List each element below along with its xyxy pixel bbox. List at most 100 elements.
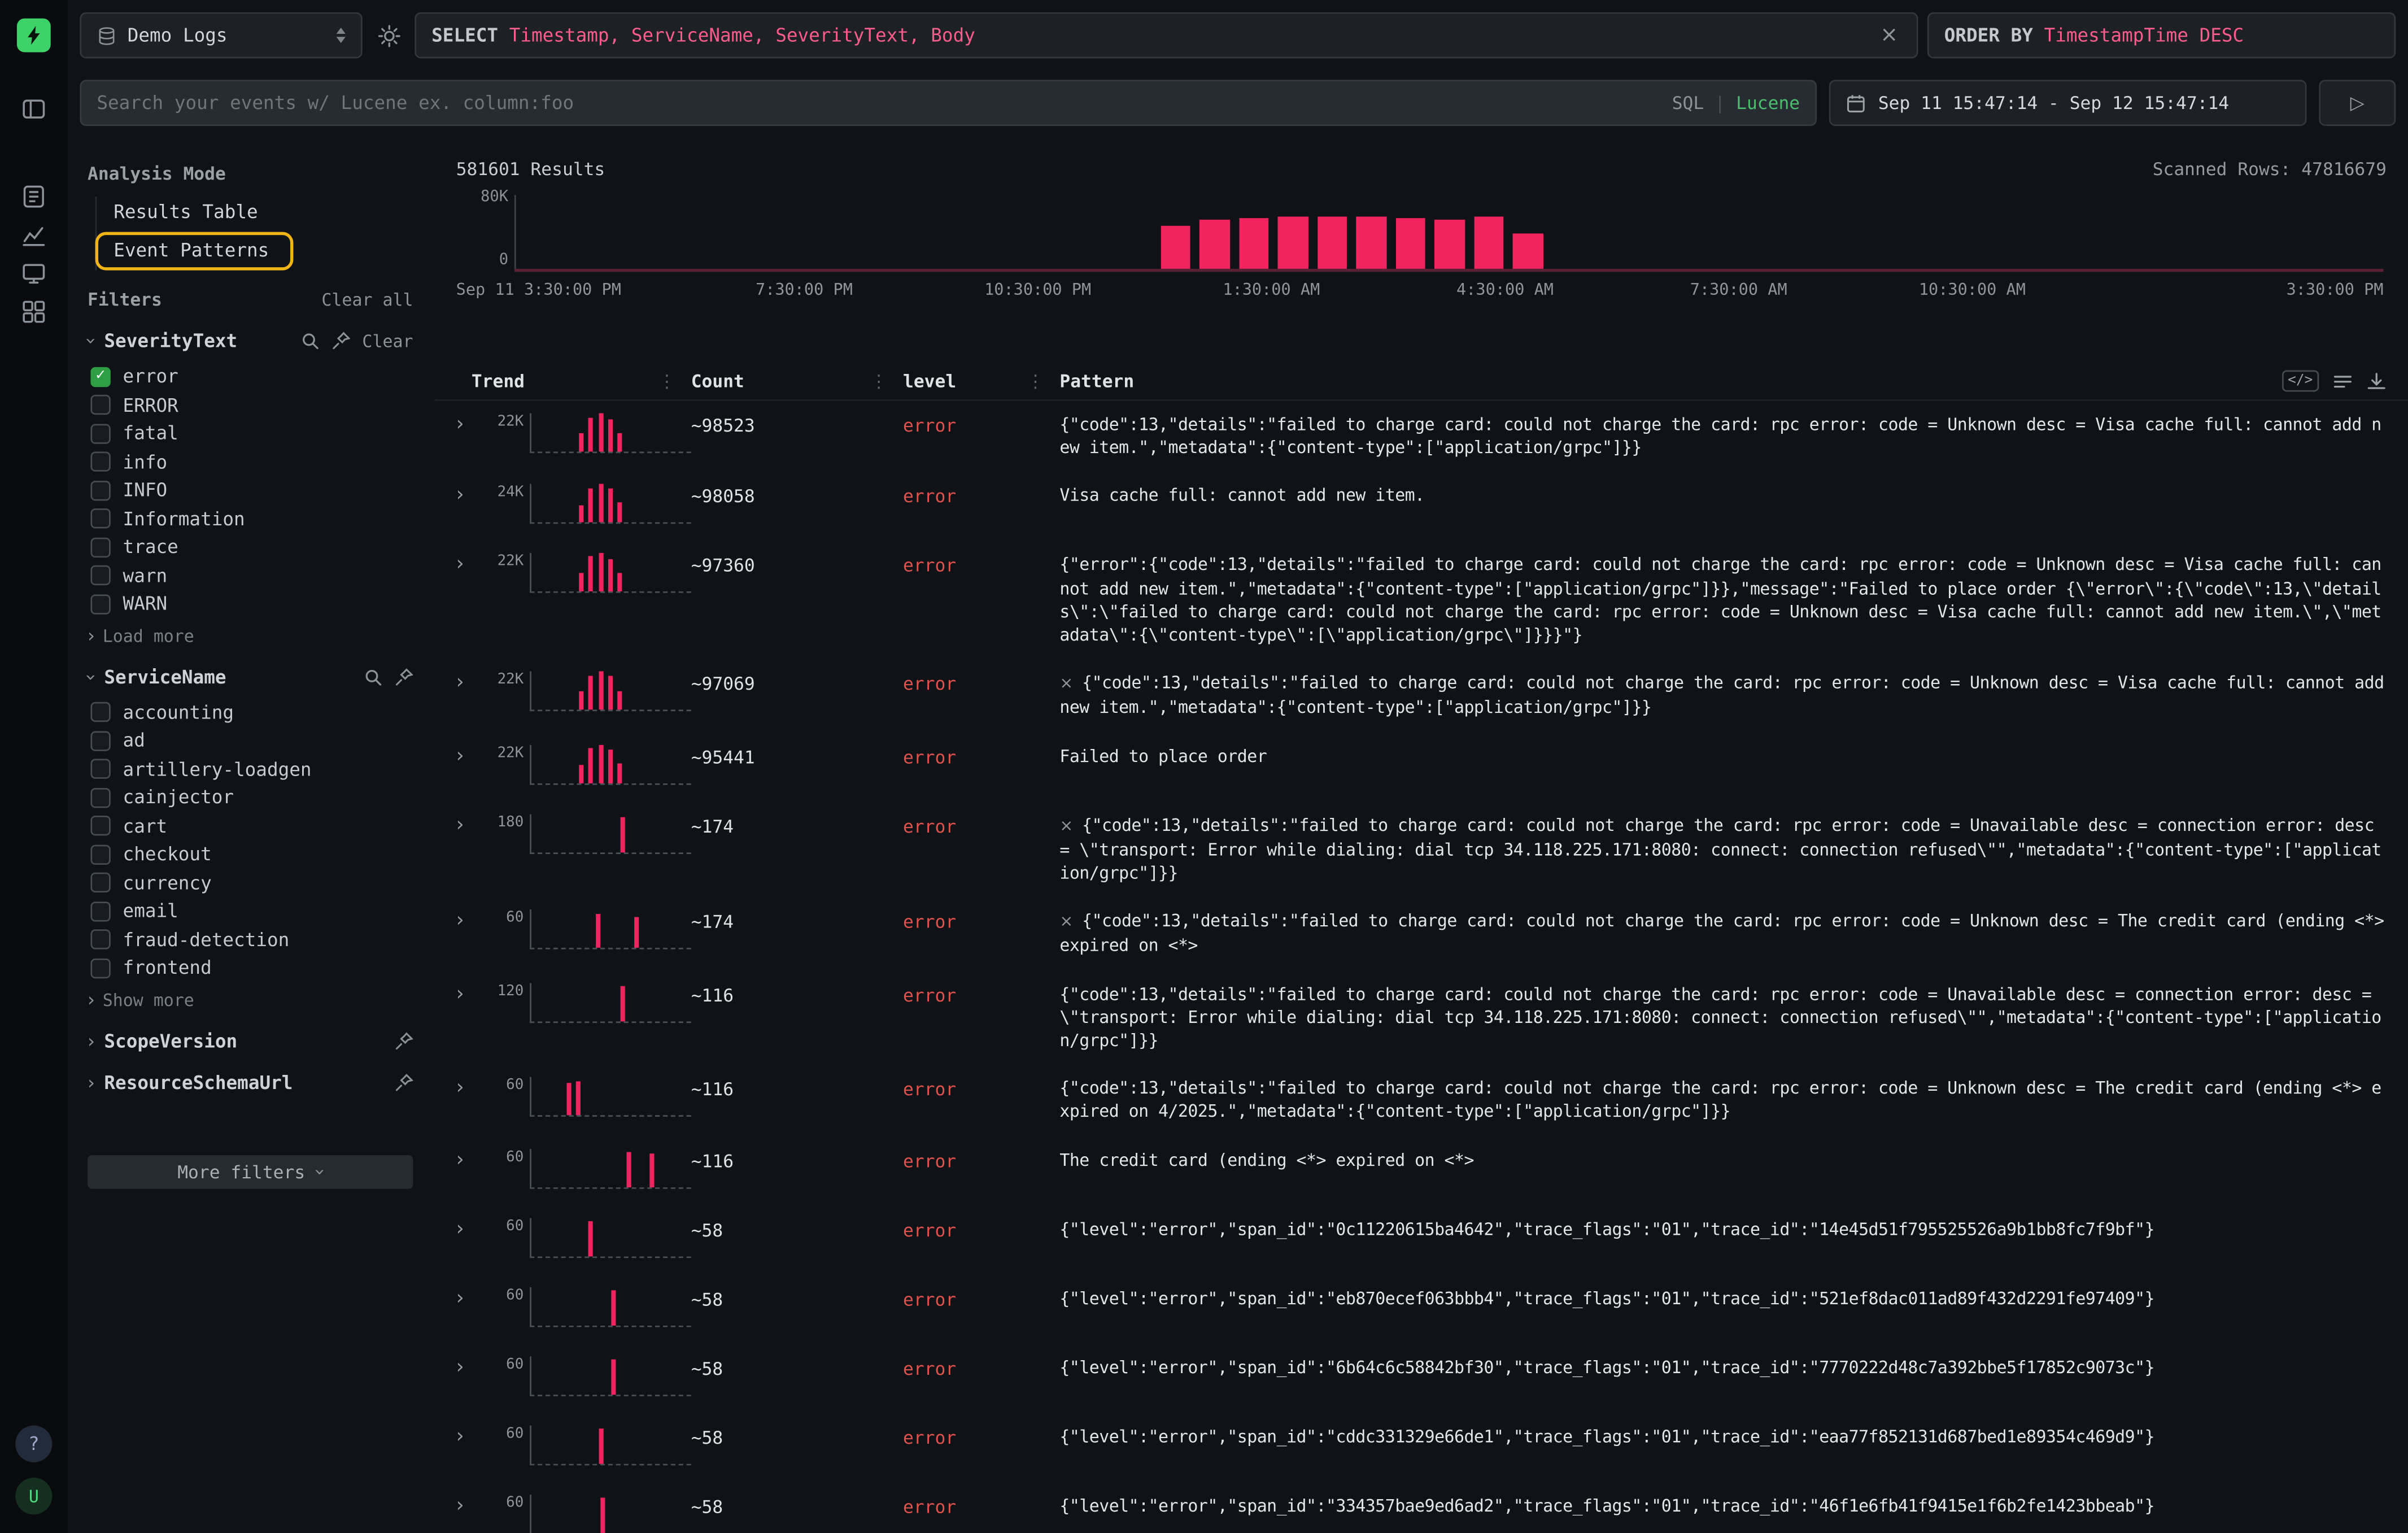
histogram-bar[interactable]: [1513, 233, 1543, 269]
filter-option-fraud-detection[interactable]: fraud-detection: [90, 925, 413, 953]
filter-option-cart[interactable]: cart: [90, 812, 413, 840]
row-density-icon[interactable]: [2333, 371, 2353, 391]
filter-option-cainjector[interactable]: cainjector: [90, 783, 413, 812]
row-expand-chevron[interactable]: ›: [456, 413, 487, 437]
clear-all-filters-button[interactable]: Clear all: [321, 290, 413, 310]
search-icon[interactable]: [301, 332, 320, 350]
app-logo-bolt-icon[interactable]: [17, 19, 51, 53]
checkbox-error[interactable]: [90, 395, 110, 415]
more-filters-button[interactable]: More filters›: [88, 1155, 413, 1188]
checkbox-warn[interactable]: [90, 594, 110, 614]
user-avatar[interactable]: U: [15, 1478, 52, 1514]
histogram-bar[interactable]: [1435, 219, 1465, 269]
checkbox-email[interactable]: [90, 901, 110, 921]
filter-option-error[interactable]: ✓error: [90, 363, 413, 391]
download-icon[interactable]: [2367, 371, 2387, 391]
filter-group-name[interactable]: ServiceName: [104, 666, 226, 687]
mode-lucene-button[interactable]: Lucene: [1736, 92, 1800, 114]
logs-icon[interactable]: [20, 183, 47, 211]
filter-group-resourceschemaurl[interactable]: › ResourceSchemaUrl: [88, 1072, 413, 1093]
filter-option-email[interactable]: email: [90, 897, 413, 925]
header-trend[interactable]: Trend⋮: [472, 369, 691, 391]
clear-severity-button[interactable]: Clear: [362, 331, 413, 351]
chevron-down-icon[interactable]: ›: [82, 673, 101, 680]
filter-option-info[interactable]: INFO: [90, 476, 413, 504]
sql-select-input[interactable]: SELECT Timestamp, ServiceName, SeverityT…: [415, 12, 1918, 59]
row-expand-chevron[interactable]: ›: [456, 554, 487, 577]
checkbox-error[interactable]: ✓: [90, 367, 110, 386]
filter-option-artillery-loadgen[interactable]: artillery-loadgen: [90, 755, 413, 783]
search-icon[interactable]: [364, 668, 382, 686]
pin-icon[interactable]: [395, 1031, 413, 1050]
source-select[interactable]: Demo Logs: [80, 12, 362, 59]
filter-option-currency[interactable]: currency: [90, 869, 413, 897]
checkbox-fraud-detection[interactable]: [90, 930, 110, 950]
checkbox-ad[interactable]: [90, 731, 110, 751]
run-query-button[interactable]: ▷: [2319, 80, 2396, 126]
histogram-bar[interactable]: [1356, 216, 1386, 269]
checkbox-fatal[interactable]: [90, 424, 110, 443]
row-expand-chevron[interactable]: ›: [456, 910, 487, 933]
header-pattern[interactable]: Pattern: [1059, 369, 2387, 391]
checkbox-warn[interactable]: [90, 565, 110, 585]
grid-dashboard-icon[interactable]: [20, 298, 47, 326]
histogram-bar[interactable]: [1278, 216, 1308, 269]
show-more-link[interactable]: ›Show more: [88, 990, 413, 1010]
filter-option-error[interactable]: ERROR: [90, 391, 413, 419]
histogram-bar[interactable]: [1317, 216, 1347, 269]
histogram-bar[interactable]: [1161, 227, 1190, 269]
mode-sql-button[interactable]: SQL: [1672, 92, 1704, 114]
mode-event-patterns[interactable]: Event Patterns: [95, 232, 294, 271]
panel-left-icon[interactable]: [20, 95, 47, 123]
checkbox-info[interactable]: [90, 452, 110, 472]
row-expand-chevron[interactable]: ›: [456, 1356, 487, 1379]
checkbox-artillery-loadgen[interactable]: [90, 759, 110, 779]
filter-option-trace[interactable]: trace: [90, 533, 413, 561]
column-drag-handle[interactable]: ⋮: [870, 369, 903, 391]
filter-group-name[interactable]: SeverityText: [104, 330, 237, 352]
filter-option-fatal[interactable]: fatal: [90, 419, 413, 447]
histogram-bar[interactable]: [1474, 216, 1504, 269]
row-expand-chevron[interactable]: ›: [456, 1287, 487, 1310]
order-by-input[interactable]: ORDER BY TimestampTime DESC: [1927, 12, 2396, 59]
monitor-icon[interactable]: [20, 260, 47, 288]
column-drag-handle[interactable]: ⋮: [658, 369, 691, 391]
clear-query-icon[interactable]: ×: [1877, 23, 1901, 48]
filter-option-warn[interactable]: warn: [90, 561, 413, 590]
header-level[interactable]: level⋮: [903, 369, 1059, 391]
checkbox-accounting[interactable]: [90, 702, 110, 722]
row-expand-chevron[interactable]: ›: [456, 813, 487, 837]
checkbox-checkout[interactable]: [90, 844, 110, 864]
checkbox-frontend[interactable]: [90, 958, 110, 978]
column-drag-handle[interactable]: ⋮: [1027, 369, 1059, 391]
pin-icon[interactable]: [395, 668, 413, 686]
pin-icon[interactable]: [331, 332, 350, 350]
filter-option-information[interactable]: Information: [90, 504, 413, 533]
histogram-bar[interactable]: [1395, 218, 1425, 269]
filter-group-scopeversion[interactable]: › ScopeVersion: [88, 1030, 413, 1051]
checkbox-information[interactable]: [90, 509, 110, 529]
row-expand-chevron[interactable]: ›: [456, 1077, 487, 1100]
date-range-picker[interactable]: Sep 11 15:47:14 - Sep 12 15:47:14: [1829, 80, 2307, 126]
search-input[interactable]: Search your events w/ Lucene ex. column:…: [80, 80, 1817, 126]
help-button[interactable]: ?: [15, 1426, 52, 1462]
histogram-bar[interactable]: [1238, 218, 1268, 269]
filter-option-info[interactable]: info: [90, 448, 413, 476]
row-expand-chevron[interactable]: ›: [456, 982, 487, 1005]
checkbox-info[interactable]: [90, 480, 110, 500]
row-expand-chevron[interactable]: ›: [456, 485, 487, 508]
mode-results-table[interactable]: Results Table: [112, 197, 277, 229]
checkbox-cart[interactable]: [90, 816, 110, 836]
row-expand-chevron[interactable]: ›: [456, 1148, 487, 1171]
checkbox-currency[interactable]: [90, 873, 110, 892]
row-expand-chevron[interactable]: ›: [456, 744, 487, 768]
load-more-link[interactable]: ›Load more: [88, 626, 413, 646]
filter-option-accounting[interactable]: accounting: [90, 698, 413, 726]
filter-option-frontend[interactable]: frontend: [90, 954, 413, 982]
row-expand-chevron[interactable]: ›: [456, 1218, 487, 1241]
filter-option-warn[interactable]: WARN: [90, 590, 413, 618]
pin-icon[interactable]: [395, 1073, 413, 1091]
chart-icon[interactable]: [20, 221, 47, 249]
header-count[interactable]: Count⋮: [691, 369, 903, 391]
gear-icon[interactable]: [372, 24, 405, 47]
